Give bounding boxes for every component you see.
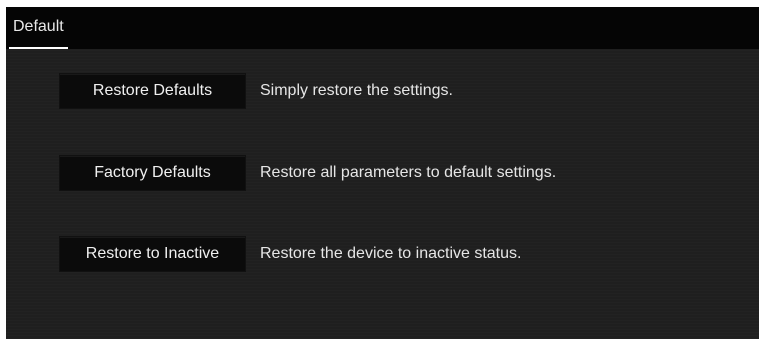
factory-defaults-button[interactable]: Factory Defaults <box>59 155 246 191</box>
restore-to-inactive-button[interactable]: Restore to Inactive <box>59 236 246 272</box>
restore-defaults-row: Restore Defaults Simply restore the sett… <box>59 73 453 109</box>
restore-defaults-description: Simply restore the settings. <box>260 82 453 99</box>
restore-to-inactive-row: Restore to Inactive Restore the device t… <box>59 236 521 272</box>
factory-defaults-row: Factory Defaults Restore all parameters … <box>59 155 556 191</box>
restore-to-inactive-description: Restore the device to inactive status. <box>260 245 522 262</box>
tab-bar: Default <box>6 7 759 49</box>
factory-defaults-description: Restore all parameters to default settin… <box>260 164 557 181</box>
default-settings-panel: Default Restore Defaults Simply restore … <box>6 7 759 339</box>
tab-default[interactable]: Default <box>9 7 68 49</box>
restore-defaults-button[interactable]: Restore Defaults <box>59 73 246 109</box>
